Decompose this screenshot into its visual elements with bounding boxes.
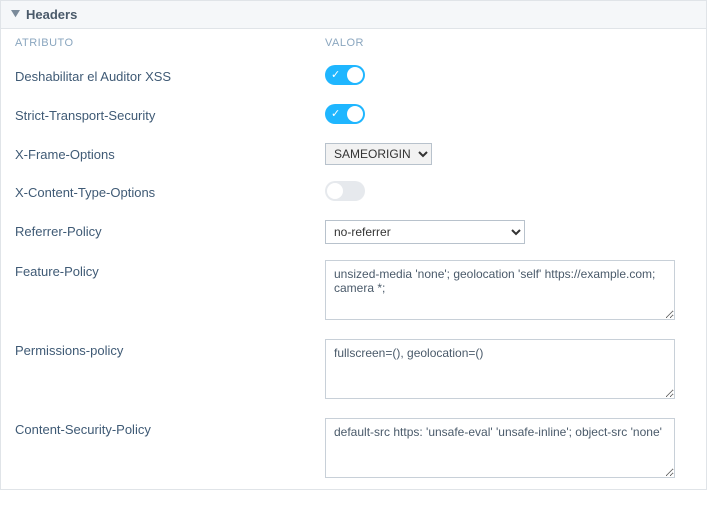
toggle-xss[interactable]: ✓ — [325, 65, 365, 85]
column-header-value: VALOR — [325, 37, 692, 49]
row-csp: Content-Security-Policy — [1, 410, 706, 489]
label-xss: Deshabilitar el Auditor XSS — [15, 65, 325, 84]
check-icon: ✓ — [331, 68, 340, 82]
label-hsts: Strict-Transport-Security — [15, 104, 325, 123]
label-csp: Content-Security-Policy — [15, 418, 325, 437]
row-referrer: Referrer-Policy no-referrer — [1, 212, 706, 252]
row-permissions: Permissions-policy — [1, 331, 706, 410]
textarea-csp[interactable] — [325, 418, 675, 478]
column-header-attribute: ATRIBUTO — [15, 37, 325, 49]
row-xcontent: X-Content-Type-Options — [1, 173, 706, 212]
row-feature: Feature-Policy — [1, 252, 706, 331]
label-permissions: Permissions-policy — [15, 339, 325, 358]
row-xframe: X-Frame-Options SAMEORIGIN — [1, 135, 706, 173]
collapse-caret-icon — [11, 10, 20, 19]
panel-title: Headers — [26, 7, 77, 22]
label-xcontent: X-Content-Type-Options — [15, 181, 325, 200]
panel-header[interactable]: Headers — [1, 1, 706, 29]
toggle-xcontent[interactable] — [325, 181, 365, 201]
label-feature: Feature-Policy — [15, 260, 325, 279]
select-xframe[interactable]: SAMEORIGIN — [325, 143, 432, 165]
check-icon: ✓ — [331, 107, 340, 121]
row-xss: Deshabilitar el Auditor XSS ✓ — [1, 57, 706, 96]
headers-panel: Headers ATRIBUTO VALOR Deshabilitar el A… — [0, 0, 707, 490]
select-referrer[interactable]: no-referrer — [325, 220, 525, 244]
row-hsts: Strict-Transport-Security ✓ — [1, 96, 706, 135]
textarea-permissions[interactable] — [325, 339, 675, 399]
label-xframe: X-Frame-Options — [15, 143, 325, 162]
label-referrer: Referrer-Policy — [15, 220, 325, 239]
column-headers: ATRIBUTO VALOR — [1, 29, 706, 57]
textarea-feature[interactable] — [325, 260, 675, 320]
toggle-hsts[interactable]: ✓ — [325, 104, 365, 124]
